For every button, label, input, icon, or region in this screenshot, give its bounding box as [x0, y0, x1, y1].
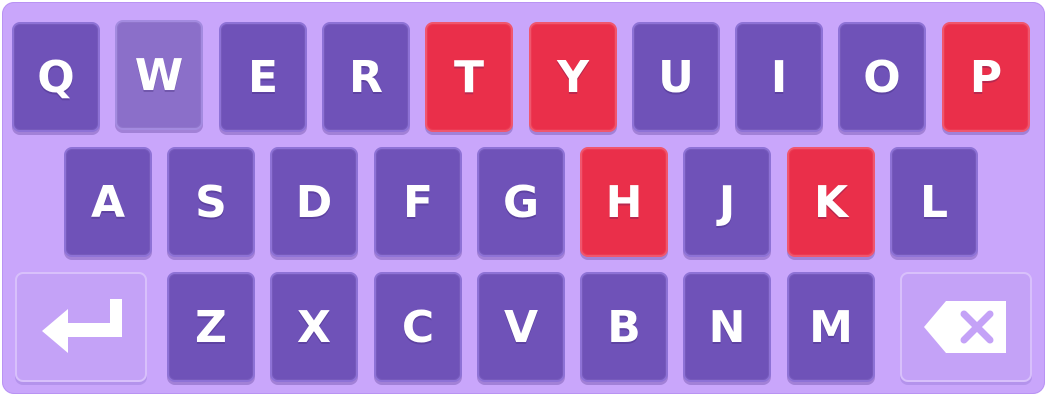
key-label: E	[247, 51, 279, 103]
key-label: I	[770, 51, 788, 103]
enter-arrow-icon	[38, 293, 124, 361]
key-label: R	[349, 51, 383, 103]
key-t[interactable]: T	[425, 22, 513, 132]
key-h[interactable]: H	[580, 147, 668, 257]
key-b[interactable]: B	[580, 272, 668, 382]
key-label: W	[134, 49, 184, 101]
key-label: C	[401, 301, 435, 353]
key-y[interactable]: Y	[529, 22, 617, 132]
key-label: F	[402, 176, 434, 228]
key-z[interactable]: Z	[167, 272, 255, 382]
key-label: T	[453, 51, 484, 103]
key-j[interactable]: J	[683, 147, 771, 257]
key-label: M	[809, 301, 853, 353]
key-label: X	[297, 301, 331, 353]
key-r[interactable]: R	[322, 22, 410, 132]
key-label: J	[718, 176, 736, 228]
key-a[interactable]: A	[64, 147, 152, 257]
key-label: V	[503, 301, 539, 353]
key-u[interactable]: U	[632, 22, 720, 132]
key-label: B	[607, 301, 641, 353]
key-d[interactable]: D	[270, 147, 358, 257]
key-label: A	[90, 176, 126, 228]
key-x[interactable]: X	[270, 272, 358, 382]
key-c[interactable]: C	[374, 272, 462, 382]
key-p[interactable]: P	[942, 22, 1030, 132]
enter-key[interactable]	[15, 272, 147, 382]
key-label: N	[708, 301, 746, 353]
on-screen-keyboard: Q W E R T Y U I O P A S D F G H J K L Z …	[2, 2, 1045, 394]
key-i[interactable]: I	[735, 22, 823, 132]
key-label: G	[502, 176, 540, 228]
key-label: D	[295, 176, 333, 228]
key-l[interactable]: L	[890, 147, 978, 257]
key-f[interactable]: F	[374, 147, 462, 257]
backspace-icon	[922, 299, 1010, 355]
key-label: L	[919, 176, 949, 228]
key-label: P	[969, 51, 1003, 103]
key-q[interactable]: Q	[12, 22, 100, 132]
key-o[interactable]: O	[838, 22, 926, 132]
key-label: H	[605, 176, 643, 228]
key-label: Q	[37, 51, 75, 103]
key-label: U	[658, 51, 694, 103]
key-v[interactable]: V	[477, 272, 565, 382]
key-label: S	[195, 176, 227, 228]
key-w[interactable]: W	[115, 20, 203, 130]
key-k[interactable]: K	[787, 147, 875, 257]
key-label: K	[813, 176, 849, 228]
key-g[interactable]: G	[477, 147, 565, 257]
key-s[interactable]: S	[167, 147, 255, 257]
key-label: O	[863, 51, 901, 103]
key-n[interactable]: N	[683, 272, 771, 382]
backspace-key[interactable]	[900, 272, 1032, 382]
key-e[interactable]: E	[219, 22, 307, 132]
key-m[interactable]: M	[787, 272, 875, 382]
key-label: Z	[195, 301, 227, 353]
key-label: Y	[557, 51, 589, 103]
